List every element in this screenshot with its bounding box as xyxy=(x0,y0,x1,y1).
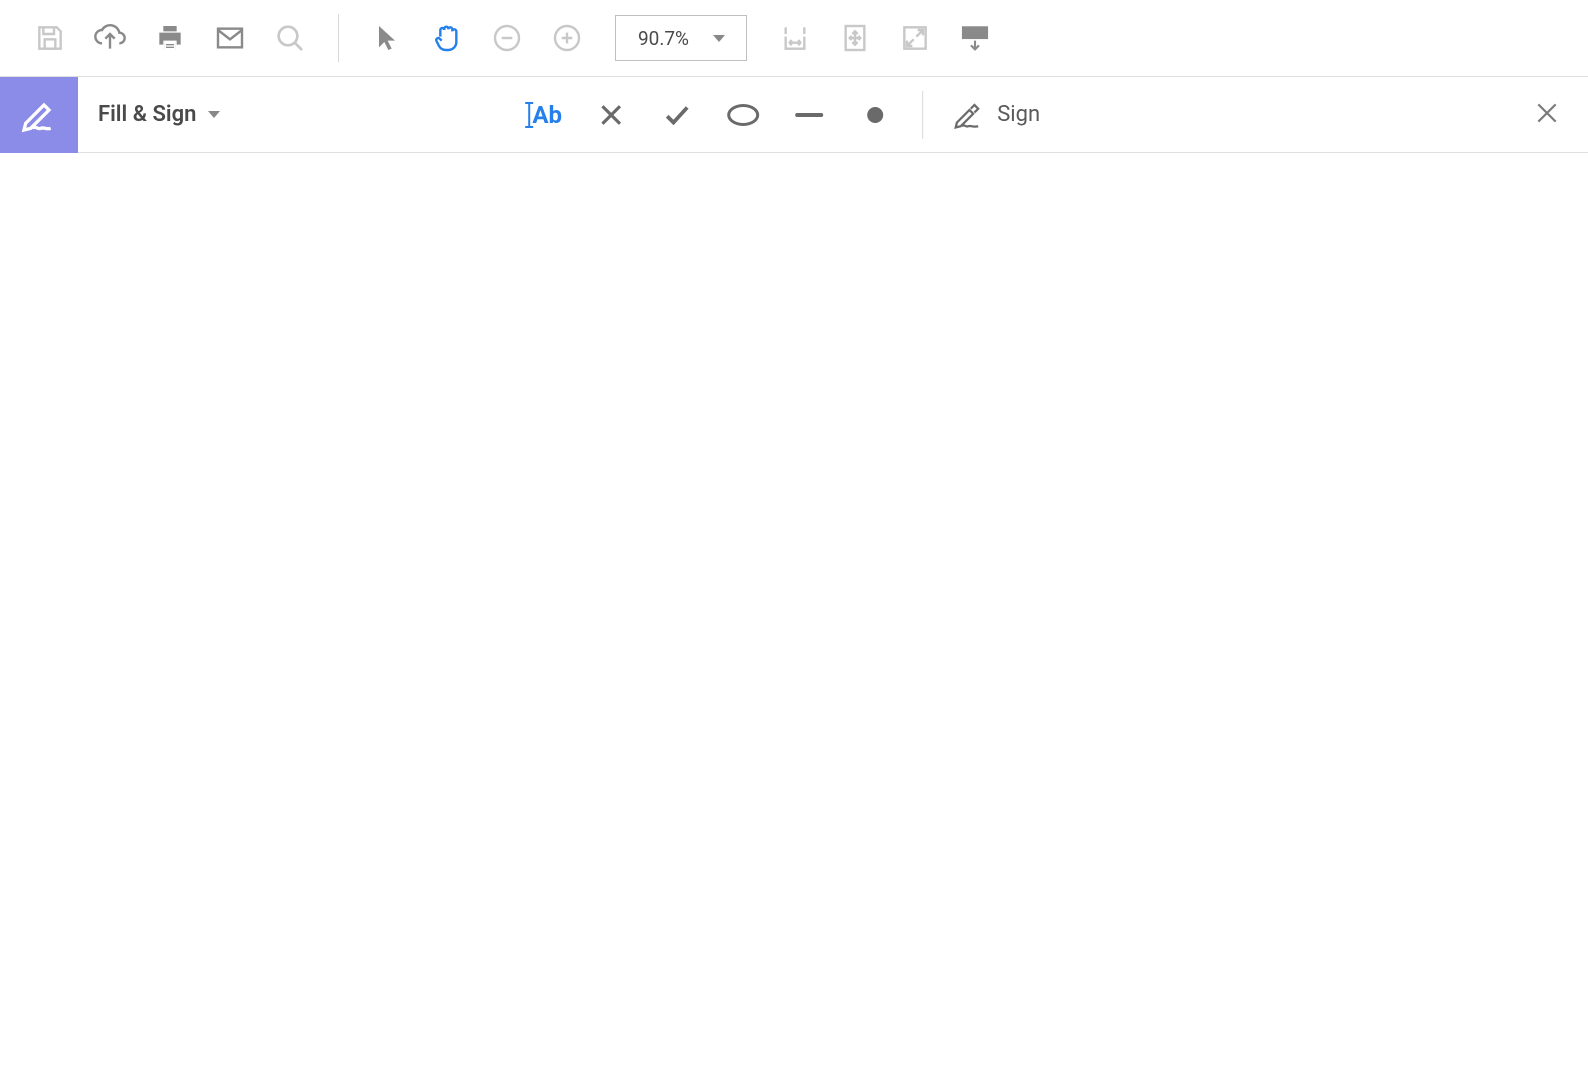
fill-sign-label: Fill & Sign xyxy=(98,102,196,127)
zoom-out-button[interactable] xyxy=(477,8,537,68)
ellipse-icon xyxy=(727,104,759,126)
search-button[interactable] xyxy=(260,8,320,68)
dot-tool-button[interactable] xyxy=(842,85,908,145)
zoom-out-icon xyxy=(491,22,523,54)
save-button[interactable] xyxy=(20,8,80,68)
fullscreen-icon xyxy=(899,22,931,54)
fill-sign-tools: Ab Sign xyxy=(512,85,1054,145)
line-icon xyxy=(795,113,823,117)
envelope-icon xyxy=(214,22,246,54)
select-tool-button[interactable] xyxy=(357,8,417,68)
print-icon xyxy=(154,22,186,54)
fit-page-icon xyxy=(839,22,871,54)
zoom-in-icon xyxy=(551,22,583,54)
signature-icon xyxy=(19,95,59,135)
toolbar-divider xyxy=(338,14,339,62)
dropdown-caret-icon xyxy=(208,111,220,118)
dropdown-caret-icon xyxy=(713,35,725,42)
keyboard-button[interactable] xyxy=(945,8,1005,68)
document-area xyxy=(0,153,1588,1080)
fill-sign-mode-badge[interactable] xyxy=(0,77,78,153)
checkmark-icon xyxy=(662,100,692,130)
main-toolbar: 90.7% xyxy=(0,0,1588,77)
line-tool-button[interactable] xyxy=(776,85,842,145)
zoom-in-button[interactable] xyxy=(537,8,597,68)
cloud-upload-icon xyxy=(94,22,126,54)
email-button[interactable] xyxy=(200,8,260,68)
cross-tool-button[interactable] xyxy=(578,85,644,145)
sign-label: Sign xyxy=(997,102,1040,127)
sign-button[interactable]: Sign xyxy=(937,100,1054,130)
hand-icon xyxy=(431,22,463,54)
fit-width-icon xyxy=(779,22,811,54)
tools-divider xyxy=(922,91,923,139)
dot-icon xyxy=(867,107,883,123)
fit-page-button[interactable] xyxy=(825,8,885,68)
search-icon xyxy=(274,22,306,54)
close-toolbar-button[interactable] xyxy=(1534,100,1560,130)
upload-button[interactable] xyxy=(80,8,140,68)
text-tool-button[interactable]: Ab xyxy=(512,85,578,145)
fill-sign-toolbar: Fill & Sign Ab xyxy=(0,77,1588,153)
zoom-level-select[interactable]: 90.7% xyxy=(615,15,747,61)
cursor-icon xyxy=(371,22,403,54)
pen-signature-icon xyxy=(951,100,985,130)
close-icon xyxy=(1534,100,1560,126)
fit-width-button[interactable] xyxy=(765,8,825,68)
fullscreen-button[interactable] xyxy=(885,8,945,68)
check-tool-button[interactable] xyxy=(644,85,710,145)
hand-tool-button[interactable] xyxy=(417,8,477,68)
keyboard-down-icon xyxy=(959,22,991,54)
print-button[interactable] xyxy=(140,8,200,68)
circle-tool-button[interactable] xyxy=(710,85,776,145)
fill-sign-dropdown[interactable]: Fill & Sign xyxy=(78,102,240,127)
save-icon xyxy=(34,22,66,54)
zoom-value: 90.7% xyxy=(638,27,689,50)
x-mark-icon xyxy=(596,100,626,130)
text-icon: Ab xyxy=(528,101,562,129)
